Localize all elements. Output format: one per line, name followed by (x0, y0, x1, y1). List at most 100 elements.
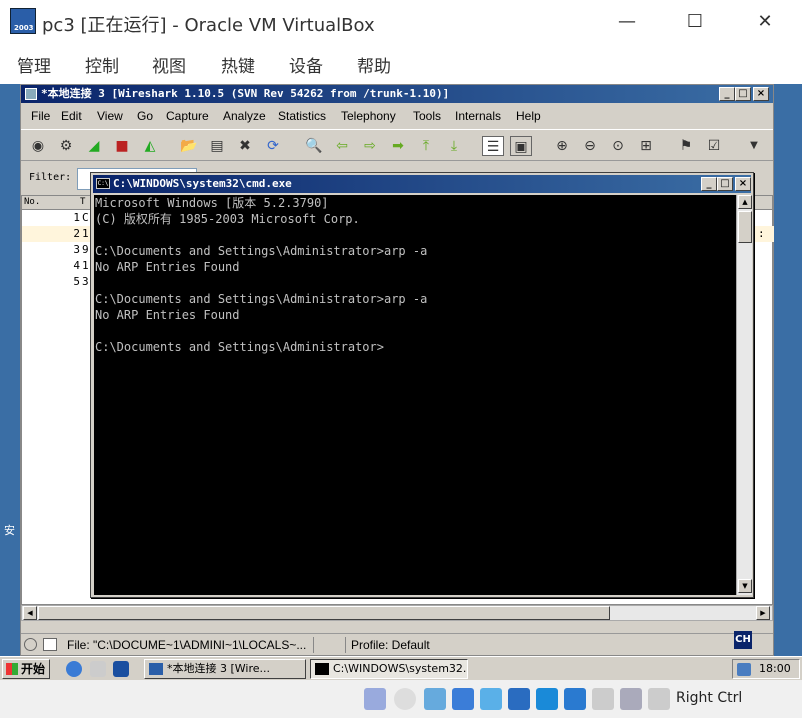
audio-icon[interactable] (424, 688, 446, 710)
hscroll-thumb[interactable] (38, 606, 610, 620)
vbox-statusbar: Right Ctrl (0, 680, 802, 718)
packet-list-hscrollbar[interactable]: ◀ ▶ (21, 605, 773, 621)
cmd-close-button[interactable]: × (735, 177, 751, 191)
cmd-minimize-button[interactable]: _ (701, 177, 717, 191)
ws-menu-tools[interactable]: Tools (413, 109, 441, 123)
minimize-button[interactable]: — (612, 10, 642, 34)
display-icon[interactable] (536, 688, 558, 710)
ws-menu-analyze[interactable]: Analyze (223, 109, 266, 123)
ws-menu-capture[interactable]: Capture (166, 109, 209, 123)
ws-menu-go[interactable]: Go (137, 109, 153, 123)
resize-columns-icon[interactable]: ⊞ (635, 136, 657, 156)
toolbar-overflow-icon[interactable]: ▼ (743, 136, 765, 156)
packet-no: 4 (73, 259, 80, 272)
menu-help[interactable]: 帮助 (357, 52, 391, 77)
menu-control[interactable]: 控制 (85, 52, 119, 77)
console-output[interactable]: Microsoft Windows [版本 5.2.3790] (C) 版权所有… (94, 195, 736, 595)
start-button[interactable]: 开始 (2, 659, 50, 679)
close-button[interactable]: ✕ (750, 10, 780, 34)
usb-icon[interactable] (480, 688, 502, 710)
mouse-integration-icon[interactable] (620, 688, 642, 710)
save-file-icon[interactable]: ▤ (206, 136, 228, 156)
open-file-icon[interactable]: 📂 (178, 136, 200, 156)
guest-display[interactable]: 安 *本地连接 3 [Wireshark 1.10.5 (SVN Rev 542… (0, 84, 802, 718)
status-profile[interactable]: Profile: Default (351, 638, 430, 652)
display-filters-icon[interactable]: ☑ (703, 136, 725, 156)
interfaces-icon[interactable]: ◉ (27, 136, 49, 156)
task-label: C:\WINDOWS\system32... (333, 662, 468, 675)
optical-drive-icon[interactable] (394, 688, 416, 710)
normal-size-icon[interactable]: ⊙ (607, 136, 629, 156)
restart-capture-icon[interactable]: ◭ (139, 136, 161, 156)
zoom-out-icon[interactable]: ⊖ (579, 136, 601, 156)
capture-comment-icon[interactable] (43, 638, 57, 651)
packet-info-tail: : (758, 227, 765, 240)
vscroll-thumb[interactable] (738, 211, 752, 243)
colorize-icon[interactable]: ☰ (482, 136, 504, 156)
maximize-button[interactable]: ☐ (680, 10, 710, 34)
host-key-label: Right Ctrl (676, 690, 743, 706)
ie-icon[interactable] (66, 661, 82, 677)
status-separator (345, 637, 346, 653)
taskbar-item-wireshark[interactable]: *本地连接 3 [Wire... (144, 659, 306, 679)
network-tray-icon[interactable] (737, 663, 751, 676)
reload-icon[interactable]: ⟳ (262, 136, 284, 156)
menu-hotkeys[interactable]: 热键 (221, 52, 255, 77)
ws-minimize-button[interactable]: _ (719, 87, 735, 101)
console-line: C:\Documents and Settings\Administrator>… (95, 292, 428, 306)
cmd-maximize-button[interactable]: □ (717, 177, 733, 191)
windows-flag-icon (6, 663, 18, 675)
find-packet-icon[interactable]: 🔍 (303, 136, 325, 156)
stop-capture-icon[interactable]: ■ (111, 136, 133, 156)
shared-folders-icon[interactable] (508, 688, 530, 710)
close-file-icon[interactable]: ✖ (234, 136, 256, 156)
console-line: Microsoft Windows [版本 5.2.3790] (95, 196, 329, 210)
ws-menu-view[interactable]: View (97, 109, 123, 123)
scroll-down-icon[interactable]: ▼ (738, 579, 752, 593)
menu-devices[interactable]: 设备 (289, 52, 323, 77)
ws-menu-help[interactable]: Help (516, 109, 541, 123)
hard-disk-icon[interactable] (364, 688, 386, 710)
column-no[interactable]: No. (24, 197, 40, 207)
wireshark-task-icon (149, 663, 163, 675)
go-forward-icon[interactable]: ⇨ (359, 136, 381, 156)
start-label: 开始 (21, 662, 46, 676)
last-packet-icon[interactable]: ⤓ (443, 136, 465, 156)
scroll-right-icon[interactable]: ▶ (756, 606, 770, 620)
first-packet-icon[interactable]: ⤒ (415, 136, 437, 156)
packet-no: 1 (73, 211, 80, 224)
ws-maximize-button[interactable]: □ (735, 87, 751, 101)
cpu-icon[interactable] (592, 688, 614, 710)
go-to-packet-icon[interactable]: ➡ (387, 136, 409, 156)
ws-menu-edit[interactable]: Edit (61, 109, 82, 123)
autoscroll-icon[interactable]: ▣ (510, 136, 532, 156)
keyboard-icon[interactable] (648, 688, 670, 710)
capture-options-icon[interactable]: ⚙ (55, 136, 77, 156)
console-vscrollbar[interactable]: ▲ ▼ (736, 195, 752, 595)
column-time[interactable]: T (80, 197, 85, 207)
console-prompt[interactable]: C:\Documents and Settings\Administrator> (95, 339, 384, 355)
desktop-shortcut-icon[interactable] (113, 661, 129, 677)
language-indicator[interactable]: CH (734, 631, 752, 649)
ws-menu-statistics[interactable]: Statistics (278, 109, 326, 123)
desktop-icon-label: 安 (4, 524, 15, 537)
ws-close-button[interactable]: × (753, 87, 769, 101)
start-capture-icon[interactable]: ◢ (83, 136, 105, 156)
network-icon[interactable] (452, 688, 474, 710)
console-line: No ARP Entries Found (95, 260, 240, 274)
zoom-in-icon[interactable]: ⊕ (551, 136, 573, 156)
scroll-up-icon[interactable]: ▲ (738, 195, 752, 209)
go-back-icon[interactable]: ⇦ (331, 136, 353, 156)
ws-menu-telephony[interactable]: Telephony (341, 109, 396, 123)
ws-menu-internals[interactable]: Internals (455, 109, 501, 123)
capture-filters-icon[interactable]: ⚑ (675, 136, 697, 156)
ws-menu-file[interactable]: File (31, 109, 50, 123)
vbox-titlebar: 2003 pc3 [正在运行] - Oracle VM VirtualBox —… (0, 0, 802, 44)
menu-manage[interactable]: 管理 (17, 52, 51, 77)
menu-view[interactable]: 视图 (152, 52, 186, 77)
video-capture-icon[interactable] (564, 688, 586, 710)
expert-info-icon[interactable] (24, 638, 37, 651)
scroll-left-icon[interactable]: ◀ (23, 606, 37, 620)
outlook-icon[interactable] (90, 661, 106, 677)
taskbar-item-cmd[interactable]: C:\WINDOWS\system32... (310, 659, 468, 679)
